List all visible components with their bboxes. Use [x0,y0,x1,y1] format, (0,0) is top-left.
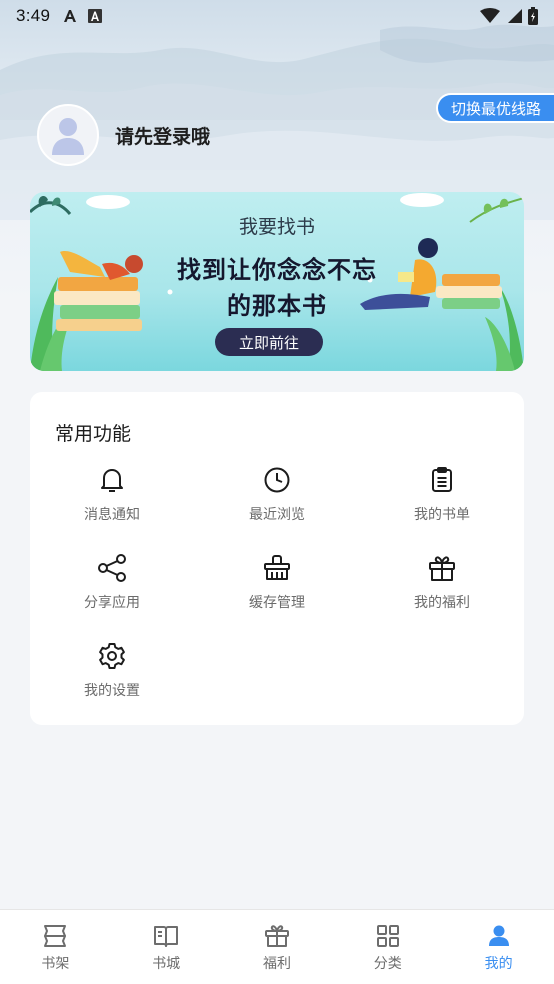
bookshelf-icon [44,925,67,947]
cache-management-item[interactable]: 缓存管理 [217,552,337,612]
grid-icon [376,925,399,947]
clock-icon [264,467,290,493]
item-label: 我的福利 [414,595,470,611]
common-functions-card: 常用功能 消息通知 最近浏览 我的书单 分享应用 缓存管理 我的福利 我的设置 [30,392,524,725]
clipboard-icon [432,467,452,492]
find-book-banner[interactable]: 我要找书 找到让你念念不忘 的那本书 立即前往 [30,192,524,371]
item-label: 我的设置 [84,683,140,699]
my-booklist-item[interactable]: 我的书单 [382,464,502,524]
item-label: 我的书单 [414,507,470,523]
notifications-item[interactable]: 消息通知 [52,464,172,524]
gear-icon [99,643,125,669]
gift-icon [429,556,455,581]
banner-headline-2: 的那本书 [227,292,327,320]
nav-category[interactable]: 分类 [332,910,443,984]
banner-headline-1: 找到让你念念不忘 [177,256,377,284]
go-now-button[interactable]: 立即前往 [215,328,323,356]
my-benefits-item[interactable]: 我的福利 [382,552,502,612]
bell-icon [101,469,123,492]
section-title: 常用功能 [55,423,132,445]
share-icon [98,554,126,582]
nav-label: 我的 [484,956,513,972]
nav-label: 福利 [262,956,291,972]
share-app-item[interactable]: 分享应用 [52,552,172,612]
settings-item[interactable]: 我的设置 [52,640,172,700]
battery-icon [528,7,538,25]
nav-label: 书城 [152,956,181,972]
nav-mine[interactable]: 我的 [443,910,554,984]
status-bar: 3:49 [0,0,554,32]
bottom-nav: 书架 书城 福利 分类 我的 [0,909,554,984]
signal-icon [508,9,522,23]
open-book-icon [154,926,179,947]
person-icon [488,925,509,946]
switch-route-button[interactable]: 切换最优线路 [436,93,554,123]
item-label: 分享应用 [84,595,140,611]
gift-icon [264,925,289,947]
login-prompt[interactable]: 请先登录哦 [115,122,210,149]
nav-benefits[interactable]: 福利 [222,910,333,984]
avatar[interactable] [37,104,99,166]
wifi-icon [480,8,500,23]
banner-title: 我要找书 [238,216,315,238]
item-label: 缓存管理 [249,595,305,611]
default-avatar-icon [52,118,84,155]
nav-bookshelf[interactable]: 书架 [0,910,111,984]
font-a-box-icon [88,9,103,23]
item-label: 消息通知 [84,507,140,523]
item-label: 最近浏览 [249,507,305,523]
nav-bookstore[interactable]: 书城 [111,910,222,984]
status-time: 3:49 [16,6,51,25]
nav-label: 分类 [373,956,402,972]
recent-browse-item[interactable]: 最近浏览 [217,464,337,524]
basket-icon [264,555,290,580]
font-a-icon [64,10,77,22]
nav-label: 书架 [41,956,70,972]
profile-login[interactable]: 请先登录哦 [37,104,210,166]
